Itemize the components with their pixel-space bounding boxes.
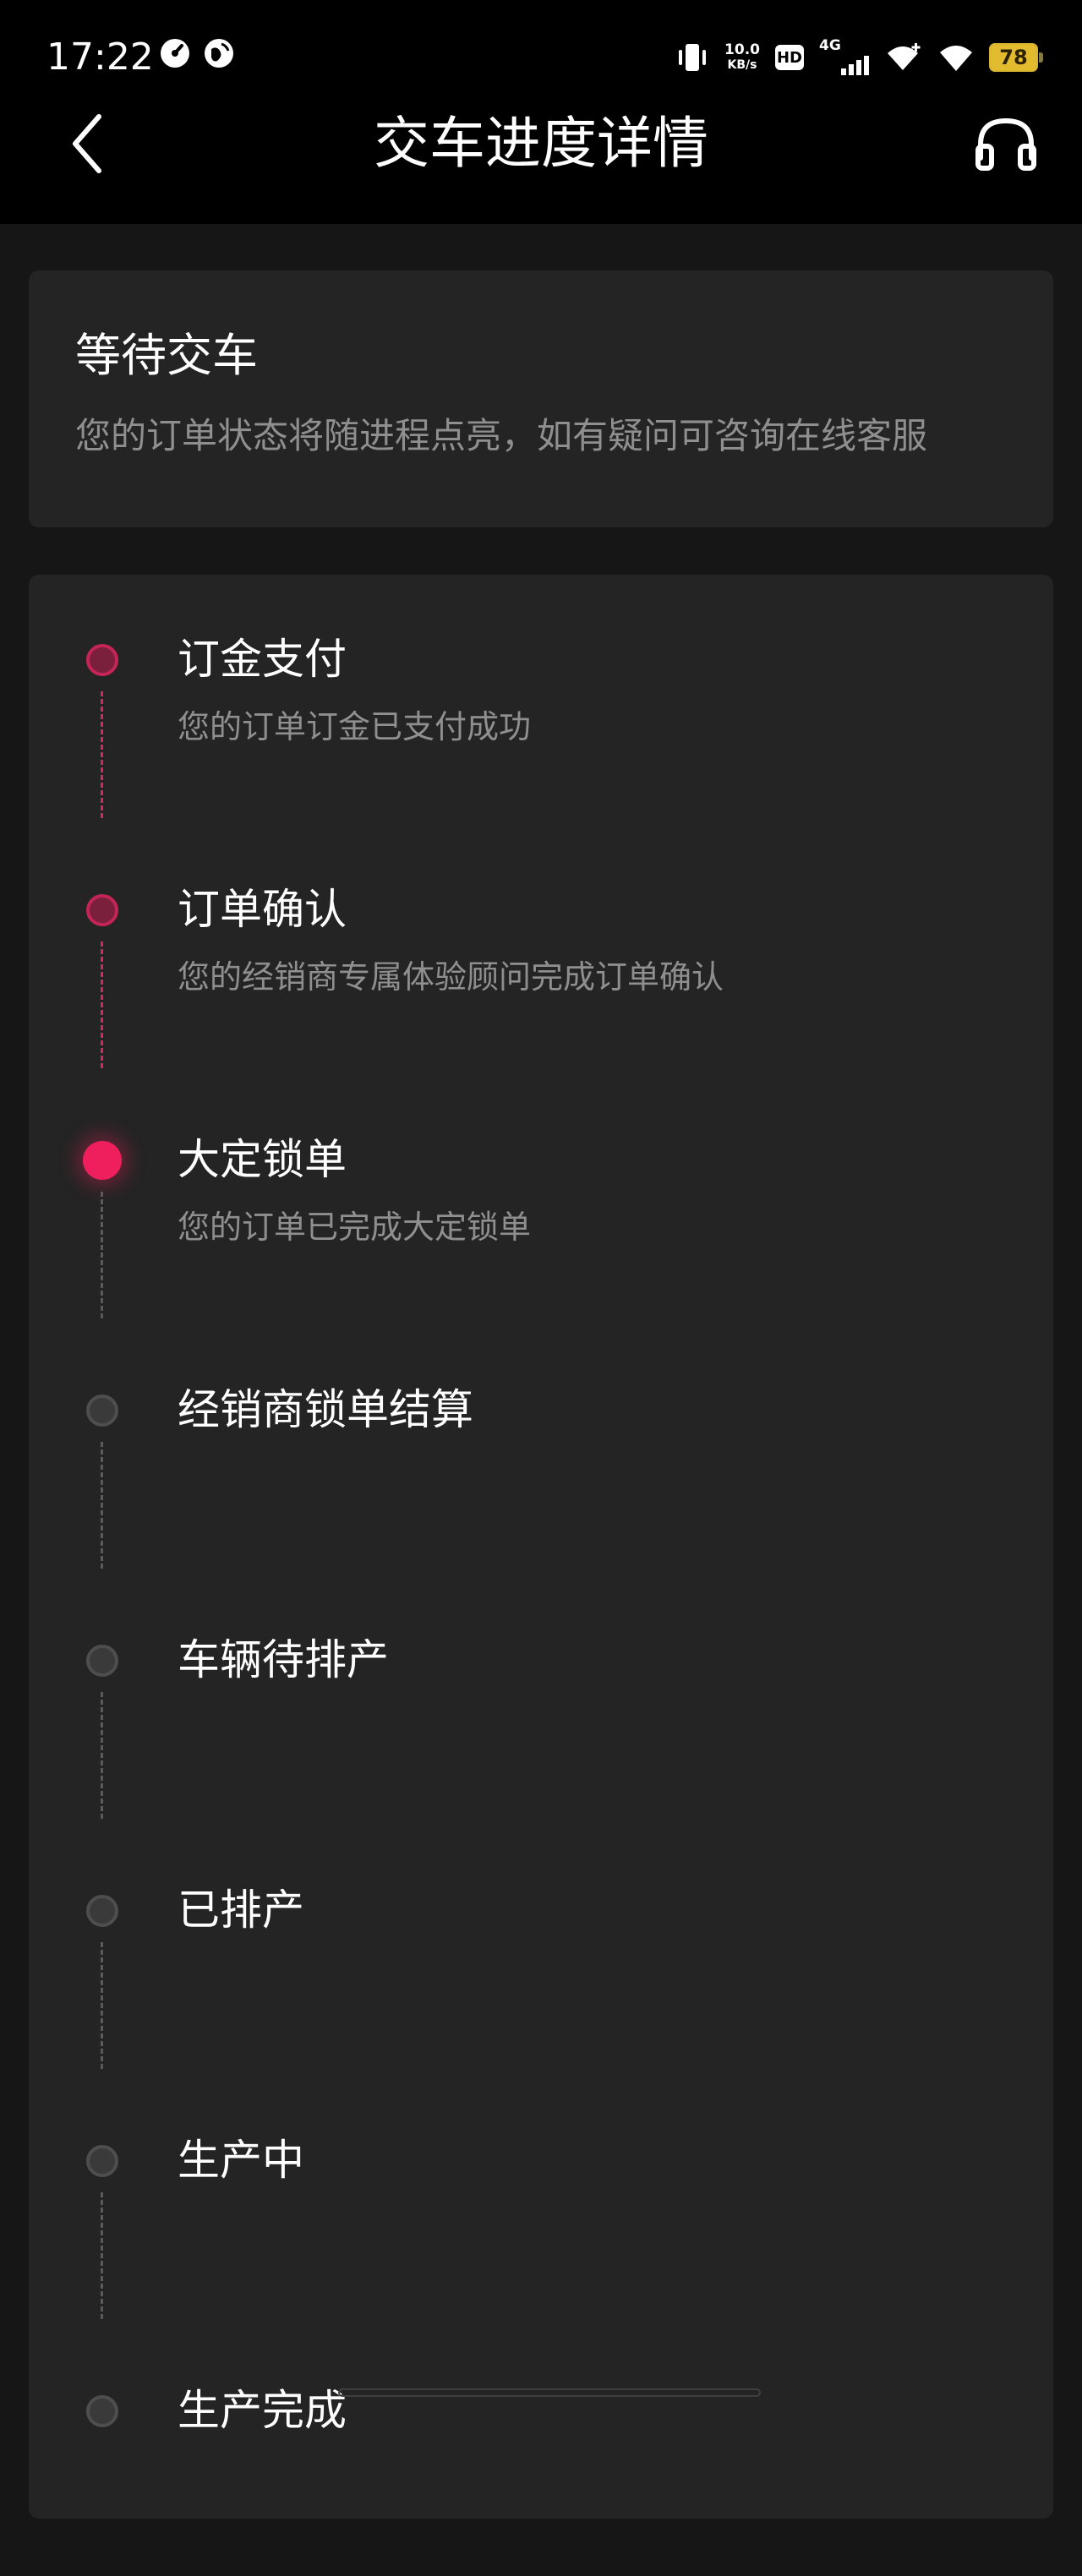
step-connector [101, 691, 103, 818]
network-speed-unit: KB/s [727, 58, 757, 72]
hd-badge: HD [775, 45, 804, 70]
step-current-indicator [83, 1141, 122, 1180]
step-title: 生产完成 [178, 2386, 347, 2435]
step-pending-indicator [86, 1394, 118, 1427]
step-pending-indicator [86, 1895, 118, 1927]
network-type: 4G [819, 36, 841, 54]
timeline-step: 订金支付 您的订单订金已支付成功 [29, 575, 1053, 825]
nav-bar: 交车进度详情 [0, 110, 1082, 224]
delivery-status-title: 等待交车 [75, 329, 258, 382]
vibrate-icon [679, 44, 707, 71]
timeline-step: 车辆待排产 [29, 1575, 1053, 1826]
step-connector [101, 1442, 103, 1569]
wifi-plus-icon [888, 43, 921, 70]
step-title: 经销商锁单结算 [178, 1385, 473, 1434]
step-title: 车辆待排产 [178, 1635, 389, 1684]
customer-service-button[interactable] [972, 110, 1040, 177]
timeline-step: 经销商锁单结算 [29, 1325, 1053, 1575]
cellular-signal-icon: 4G [819, 37, 869, 75]
delivery-status-description: 您的订单状态将随进程点亮，如有疑问可咨询在线客服 [75, 415, 928, 456]
timeline-step: 生产完成 [29, 2326, 1053, 2576]
delivery-status-card: 等待交车 您的订单状态将随进程点亮，如有疑问可咨询在线客服 [29, 270, 1053, 527]
step-description: 您的订单已完成大定锁单 [178, 1209, 532, 1246]
step-pending-indicator [86, 1645, 118, 1677]
clock: 17:22 [46, 35, 154, 79]
browser-globe-icon [205, 39, 233, 68]
status-bar: 17:22 10.0 KB/s HD 4G 78 [0, 0, 1082, 110]
step-pending-indicator [86, 2145, 118, 2177]
timeline-step: 已排产 [29, 1826, 1053, 2076]
speedometer-icon [161, 39, 189, 68]
timeline-step: 订单确认 您的经销商专属体验顾问完成订单确认 [29, 825, 1053, 1075]
battery-icon: 78 [989, 43, 1043, 72]
headphones-icon [975, 117, 1036, 171]
step-pending-indicator [86, 2395, 118, 2427]
step-title: 已排产 [178, 1886, 304, 1935]
progress-timeline: 订金支付 您的订单订金已支付成功 订单确认 您的经销商专属体验顾问完成订单确认 … [29, 575, 1053, 2519]
network-speed-value: 10.0 [724, 41, 760, 58]
scroll-handle[interactable] [338, 2388, 761, 2397]
step-connector [101, 941, 103, 1068]
system-icons: 10.0 KB/s HD 4G 78 [675, 32, 1043, 83]
step-title: 订金支付 [178, 635, 347, 684]
step-title: 生产中 [178, 2136, 304, 2185]
step-connector [101, 1942, 103, 2069]
timeline-step: 大定锁单 您的订单已完成大定锁单 [29, 1075, 1053, 1325]
step-title: 大定锁单 [178, 1135, 347, 1184]
step-title: 订单确认 [178, 885, 347, 934]
network-speed: 10.0 KB/s [724, 42, 760, 73]
notification-icons [159, 37, 235, 69]
step-connector [101, 1192, 103, 1318]
wifi-icon [940, 46, 972, 71]
step-description: 您的经销商专属体验顾问完成订单确认 [178, 958, 724, 996]
page-title: 交车进度详情 [374, 111, 708, 176]
step-done-indicator [86, 644, 118, 676]
step-connector [101, 1692, 103, 1819]
step-description: 您的订单订金已支付成功 [178, 708, 532, 745]
step-done-indicator [86, 894, 118, 926]
timeline-step: 生产中 [29, 2076, 1053, 2326]
step-connector [101, 2192, 103, 2319]
